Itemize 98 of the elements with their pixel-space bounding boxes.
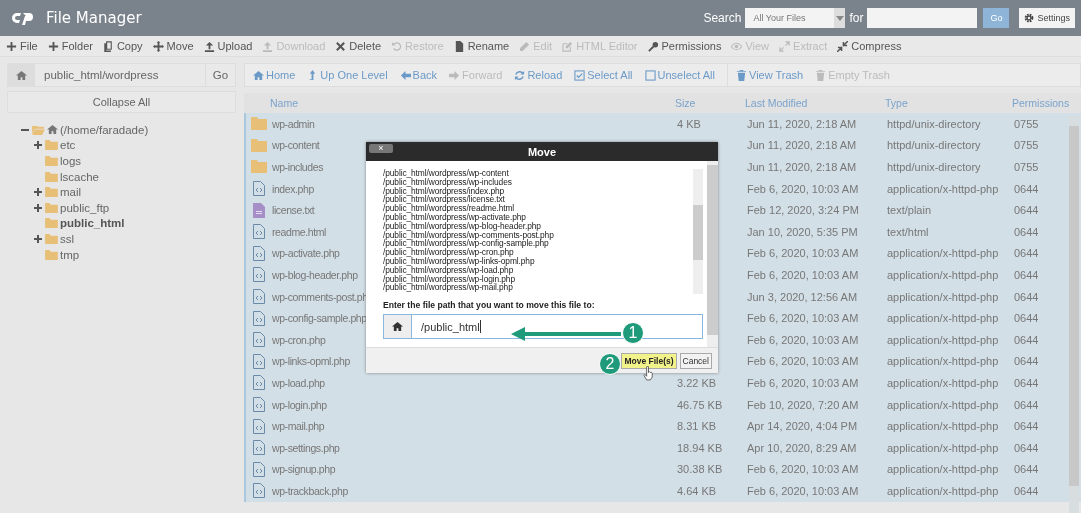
table-cell: index.php	[272, 182, 314, 195]
table-cell: application/x-httpd-php	[887, 268, 999, 281]
table-cell: readme.html	[272, 225, 326, 238]
table-cell: wp-blog-header.php	[272, 268, 358, 281]
file-path: /public_html/wordpress/index.php	[383, 186, 505, 196]
table-cell: Feb 6, 2020, 10:03 AM	[747, 247, 859, 260]
table-cell: wp-load.php	[272, 376, 325, 389]
table-cell: 0644	[1014, 225, 1039, 238]
table-cell: wp-links-opml.php	[272, 355, 350, 368]
table-cell: Jun 11, 2020, 2:18 AM	[747, 117, 857, 130]
table-cell: wp-cron.php	[272, 333, 326, 346]
table-cell: 0644	[1014, 312, 1039, 325]
search-label: Search	[703, 11, 742, 25]
file-path: /public_html/wordpress/wp-content	[383, 169, 509, 178]
prompt-label: Enter the file path that you want to move this file to:	[383, 300, 596, 310]
table-cell: 0755	[1014, 161, 1039, 173]
file-path: /public_html/wordpress/readme.html	[383, 204, 515, 213]
table-cell: 0644	[1014, 463, 1039, 476]
table-cell: text/html	[887, 225, 929, 238]
table-cell: application/x-httpd-php	[887, 420, 999, 433]
table-cell: 0644	[1014, 441, 1039, 454]
table-cell: application/x-httpd-php	[887, 355, 999, 368]
table-cell: Feb 6, 2020, 10:03 AM	[747, 355, 859, 368]
table-cell: Apr 14, 2020, 4:04 PM	[747, 420, 858, 433]
table-cell: httpd/unix-directory	[887, 139, 981, 152]
table-cell: wp-admin	[272, 117, 315, 130]
table-cell: Feb 6, 2020, 10:03 AM	[747, 182, 859, 195]
table-cell: application/x-httpd-php	[887, 182, 999, 195]
table-cell: 3.22 KB	[677, 376, 717, 389]
table-cell: 0644	[1014, 268, 1039, 281]
file-path: /public_html/wordpress/wp-config-sample.php	[383, 239, 550, 249]
file-path: /public_html/wordpress/wp-login.php	[383, 274, 516, 284]
table-cell: application/x-httpd-php	[887, 247, 999, 260]
table-cell: application/x-httpd-php	[887, 441, 999, 454]
table-cell: 0644	[1014, 333, 1039, 346]
table-cell: application/x-httpd-php	[887, 463, 999, 476]
table-cell: application/x-httpd-php	[887, 376, 999, 389]
table-cell: application/x-httpd-php	[887, 290, 999, 303]
table-cell: 0755	[1014, 139, 1039, 152]
table-cell: 18.94 KB	[677, 441, 723, 454]
file-path: /public_html/wordpress/wp-cron.php	[383, 248, 514, 257]
table-cell: 0644	[1014, 204, 1039, 217]
table-cell: Feb 6, 2020, 10:03 AM	[747, 268, 859, 281]
for-label: for	[849, 11, 864, 25]
table-cell: 0644	[1014, 420, 1039, 433]
table-cell: 0755	[1014, 117, 1039, 130]
table-cell: 46.75 KB	[677, 398, 723, 411]
table-cell: application/x-httpd-php	[887, 312, 999, 325]
file-path: /public_html/wordpress/wp-comments-post.php	[383, 230, 555, 240]
dialog-title: Move	[527, 145, 557, 158]
file-path: /public_html/wordpress/wp-load.php	[383, 265, 514, 275]
table-cell: 0644	[1014, 398, 1039, 411]
table-cell: 0644	[1014, 484, 1039, 497]
table-cell: Feb 12, 2020, 3:24 PM	[747, 204, 859, 217]
table-cell: Jan 10, 2020, 5:35 PM	[747, 225, 858, 238]
table-cell: application/x-httpd-php	[887, 398, 999, 411]
table-cell: wp-activate.php	[272, 247, 340, 260]
table-cell: wp-trackback.php	[272, 484, 348, 497]
table-cell: Jun 11, 2020, 2:18 AM	[747, 139, 857, 152]
table-cell: 0644	[1014, 376, 1039, 389]
table-cell: 30.38 KB	[677, 463, 723, 476]
file-path: /public_html/wordpress/license.txt	[383, 195, 505, 205]
table-cell: 0644	[1014, 290, 1039, 303]
table-cell: Feb 6, 2020, 10:03 AM	[747, 376, 859, 389]
table-cell: 4.64 KB	[677, 484, 717, 497]
table-cell: Feb 10, 2020, 7:20 AM	[747, 398, 859, 411]
table-cell: wp-mail.php	[272, 420, 325, 433]
table-cell: application/x-httpd-php	[887, 484, 999, 497]
table-cell: httpd/unix-directory	[887, 117, 981, 130]
file-path: /public_html/wordpress/wp-includes	[383, 177, 513, 187]
file-path: /public_html/wordpress/wp-blog-header.php	[383, 221, 541, 231]
table-cell: wp-config-sample.php	[272, 312, 367, 325]
table-cell: wp-comments-post.ph	[272, 290, 368, 303]
table-cell: Feb 6, 2020, 10:03 AM	[747, 312, 859, 325]
table-cell: wp-login.php	[272, 398, 327, 411]
table-cell: 0644	[1014, 355, 1039, 368]
table-cell: 4 KB	[677, 117, 701, 130]
file-path: /public_html/wordpress/wp-mail.php	[383, 283, 513, 293]
file-path: /public_html/wordpress/wp-activate.php	[383, 213, 526, 222]
table-cell: Feb 6, 2020, 10:03 AM	[747, 484, 859, 497]
table-cell: 8.31 KB	[677, 420, 717, 433]
table-cell: wp-signup.php	[272, 463, 336, 476]
table-cell: 0644	[1014, 182, 1039, 195]
app-title: File Manager	[46, 9, 142, 27]
table-cell: Apr 10, 2020, 8:29 AM	[747, 441, 857, 454]
table-cell: Feb 6, 2020, 10:03 AM	[747, 463, 859, 476]
table-cell: license.txt	[272, 204, 315, 217]
table-cell: Jun 11, 2020, 2:18 AM	[747, 161, 857, 173]
table-cell: wp-settings.php	[272, 441, 340, 454]
table-cell: Jun 3, 2020, 12:56 AM	[747, 290, 858, 303]
table-cell: text/plain	[887, 204, 932, 217]
table-cell: application/x-httpd-php	[887, 333, 999, 346]
table-cell: wp-includes	[272, 161, 324, 173]
table-cell: Feb 6, 2020, 10:03 AM	[747, 333, 859, 346]
table-cell: httpd/unix-directory	[887, 161, 981, 173]
table-cell: wp-content	[272, 139, 320, 152]
file-path: /public_html/wordpress/wp-links-opml.php	[383, 256, 536, 266]
table-cell: 0644	[1014, 247, 1039, 260]
